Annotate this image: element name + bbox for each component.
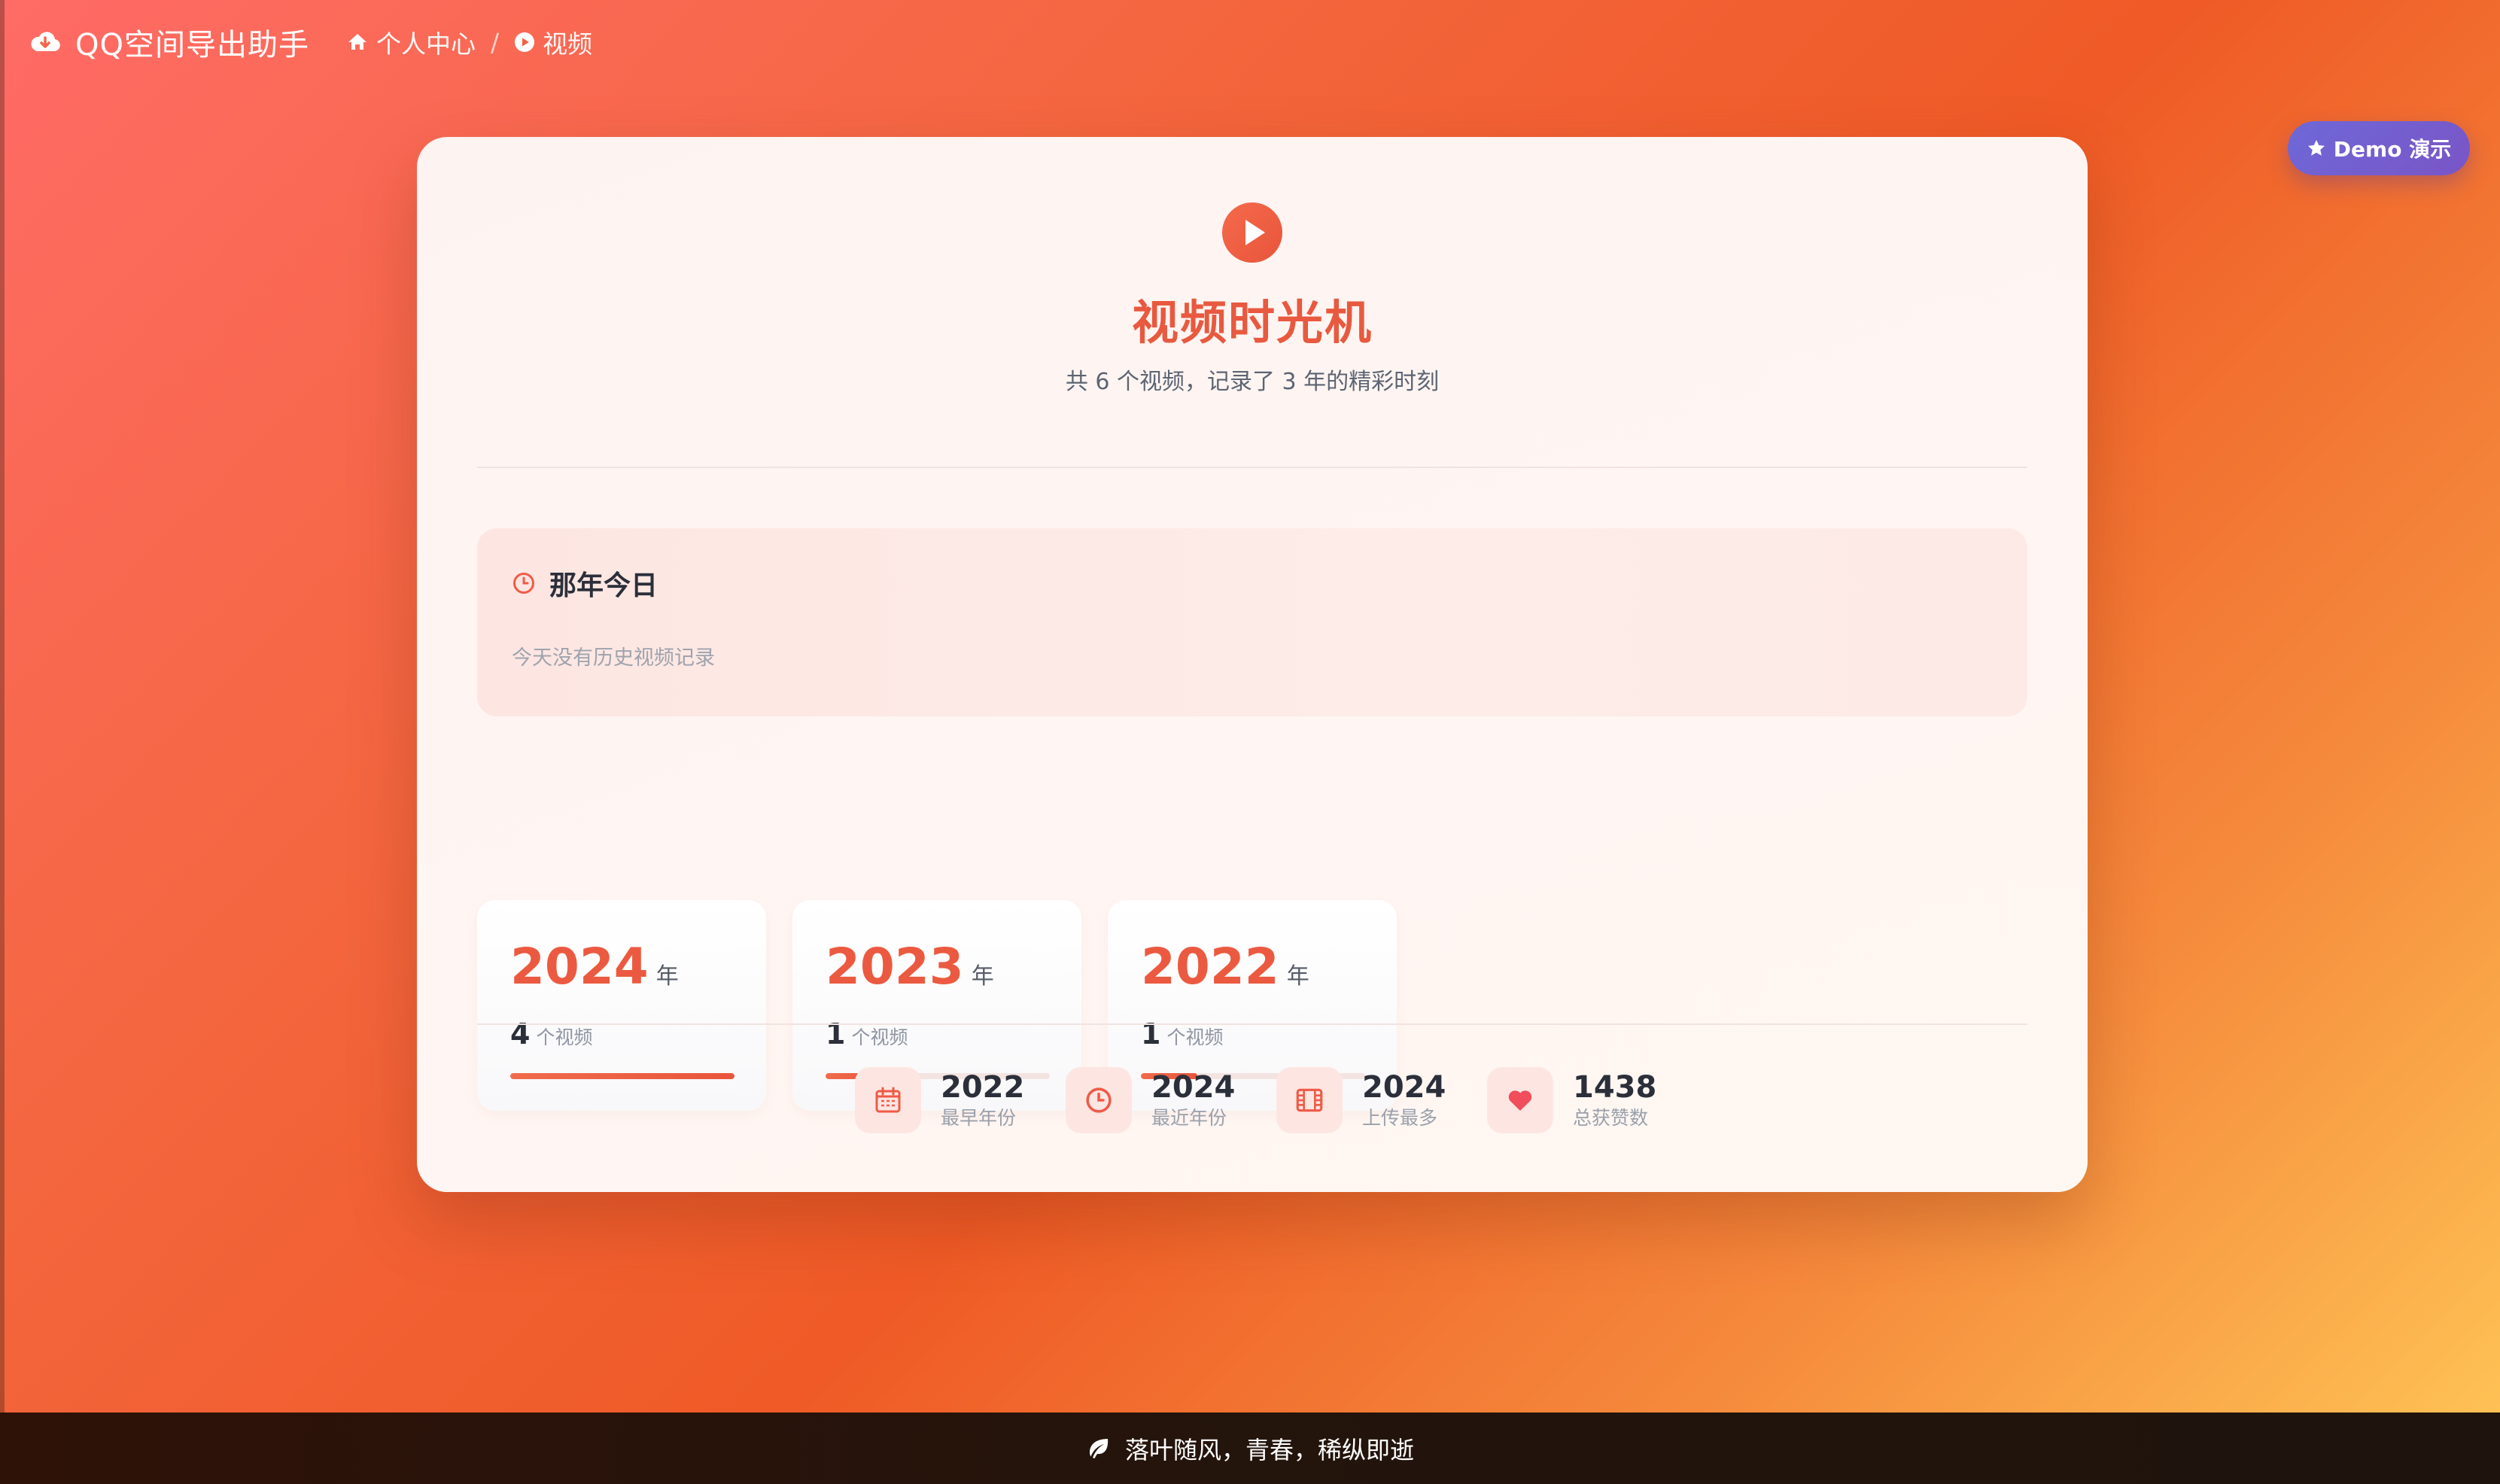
film-icon — [1296, 1088, 1323, 1112]
clock-icon — [513, 573, 534, 594]
on-this-day-title: 那年今日 — [549, 570, 658, 601]
on-this-day-empty-text: 今天没有历史视频记录 — [512, 646, 715, 670]
on-this-day-panel: 那年今日 今天没有历史视频记录 — [477, 528, 2027, 716]
breadcrumb: 个人中心 / 视频 — [346, 20, 592, 65]
stat-label: 总获赞数 — [1573, 1107, 1649, 1129]
stat-value: 1438 — [1573, 1070, 1657, 1105]
breadcrumb-item-home[interactable]: 个人中心 — [346, 24, 476, 60]
year-unit: 年 — [971, 963, 994, 990]
progress-track — [510, 1073, 734, 1079]
video-count-unit: 个视频 — [851, 1026, 908, 1048]
breadcrumb-separator: / — [491, 27, 500, 57]
count-row: 4 个视频 — [510, 1017, 592, 1051]
stat-latest-year: 2024 最近年份 — [1066, 1063, 1235, 1138]
stat-value: 2022 — [941, 1070, 1025, 1105]
divider — [477, 467, 2027, 468]
breadcrumb-label: 个人中心 — [376, 29, 476, 59]
star-icon — [2307, 140, 2325, 156]
play-circle-icon — [515, 32, 535, 52]
year-row: 2024 年 — [510, 938, 679, 996]
page-title: 视频时光机 — [1131, 295, 1373, 350]
video-count: 1 — [1141, 1017, 1161, 1051]
year-row: 2023 年 — [826, 938, 994, 996]
top-navbar: QQ空间导出助手 个人中心 / 视频 — [0, 0, 2500, 89]
leaf-icon — [1089, 1438, 1109, 1458]
year-unit: 年 — [655, 963, 679, 990]
video-count-unit: 个视频 — [1166, 1026, 1224, 1048]
stat-total-likes: 1438 总获赞数 — [1487, 1063, 1656, 1138]
year-row: 2022 年 — [1141, 938, 1309, 996]
video-count-unit: 个视频 — [536, 1026, 593, 1048]
brand-title: QQ空间导出助手 — [75, 28, 309, 62]
breadcrumb-label: 视频 — [543, 29, 593, 59]
year-value: 2023 — [826, 938, 964, 996]
breadcrumb-item-video[interactable]: 视频 — [514, 24, 592, 60]
clock-icon — [1086, 1087, 1112, 1113]
divider — [477, 1023, 2027, 1025]
footer-text: 落叶随风，青春，稀纵即逝 — [1124, 1435, 1414, 1464]
heart-icon — [1508, 1090, 1532, 1111]
count-row: 1 个视频 — [826, 1017, 908, 1051]
demo-button[interactable]: Demo 演示 — [2288, 121, 2470, 175]
year-value: 2022 — [1141, 938, 1279, 996]
on-this-day-header: 那年今日 — [512, 564, 658, 602]
video-timemachine-card: 视频时光机 共 6 个视频，记录了 3 年的精彩时刻 那年今日 今天没有历史视频… — [417, 137, 2088, 1192]
demo-button-label: Demo 演示 — [2333, 137, 2452, 162]
cloud-download-icon — [31, 32, 60, 51]
stat-value: 2024 — [1151, 1070, 1236, 1105]
stat-most-uploads: 2024 上传最多 — [1276, 1063, 1446, 1138]
stat-value: 2024 — [1362, 1070, 1446, 1105]
video-count: 1 — [826, 1017, 846, 1051]
footer: 落叶随风，青春，稀纵即逝 — [0, 1413, 2500, 1484]
progress-fill — [510, 1073, 734, 1079]
year-unit: 年 — [1286, 963, 1309, 990]
stat-icon-box — [1066, 1067, 1132, 1133]
window-left-edge — [0, 0, 5, 1413]
stat-label: 最近年份 — [1151, 1107, 1227, 1129]
home-icon — [348, 34, 366, 50]
page-subtitle: 共 6 个视频，记录了 3 年的精彩时刻 — [1065, 369, 1440, 395]
stat-earliest-year: 2022 最早年份 — [855, 1063, 1024, 1138]
stat-icon-box — [1276, 1067, 1343, 1133]
stat-label: 上传最多 — [1362, 1107, 1438, 1129]
play-circle-icon — [1222, 202, 1282, 263]
stat-icon-box — [1487, 1067, 1553, 1133]
stat-icon-box — [855, 1067, 921, 1133]
count-row: 1 个视频 — [1141, 1017, 1223, 1051]
year-value: 2024 — [510, 938, 649, 996]
video-count: 4 — [510, 1017, 531, 1051]
year-card-2024[interactable]: 2024 年 4 个视频 — [477, 900, 766, 1111]
calendar-icon — [875, 1087, 901, 1113]
brand[interactable]: QQ空间导出助手 — [29, 20, 309, 65]
stat-label: 最早年份 — [941, 1107, 1017, 1129]
